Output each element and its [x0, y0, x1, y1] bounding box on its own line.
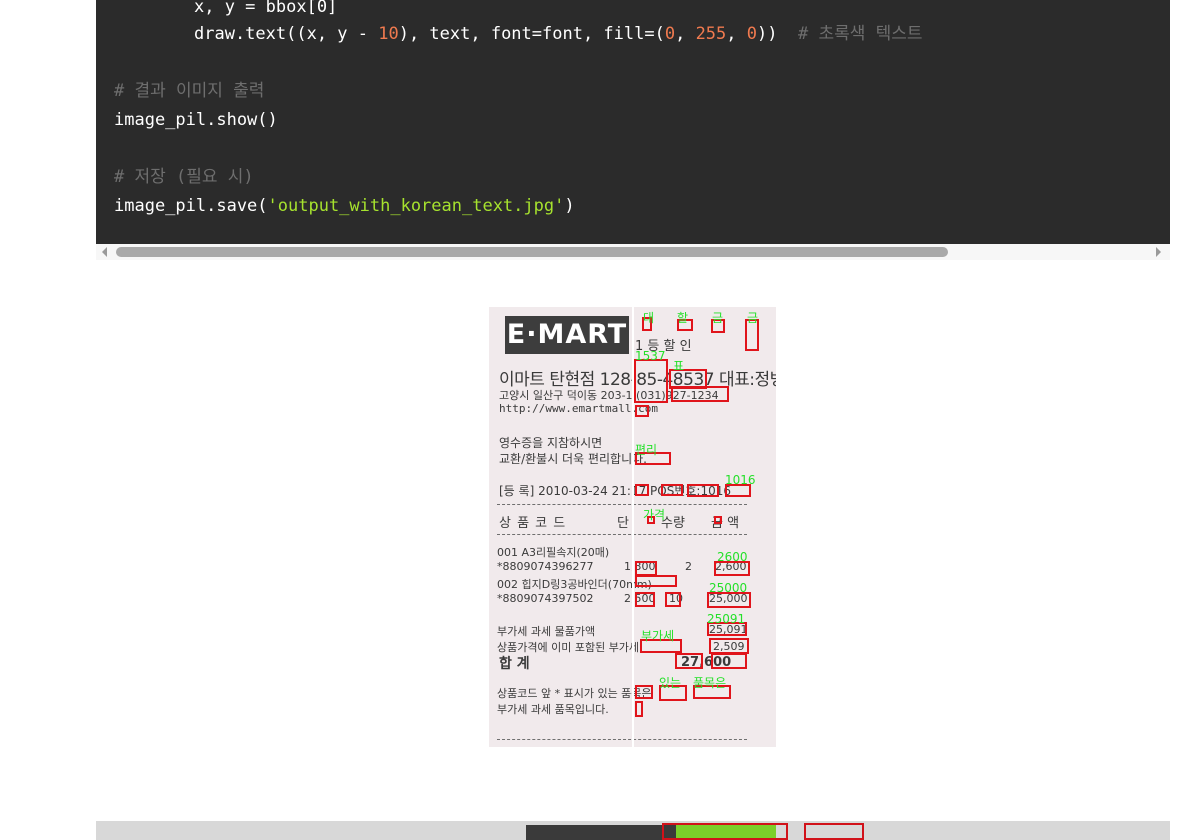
receipt-total-label: 합 계: [499, 656, 530, 672]
code-line-bbox: x, y = bbox[0]: [114, 0, 337, 20]
scrollbar-thumb[interactable]: [116, 247, 948, 257]
ocr-bbox: [714, 516, 722, 524]
receipt-divider: [497, 504, 747, 505]
ocr-label: 부가세: [641, 629, 675, 643]
receipt-notice-1: 영수증을 지참하시면: [499, 436, 603, 450]
ocr-bbox: [671, 386, 729, 402]
scroll-left-arrow-icon[interactable]: [102, 247, 107, 257]
next-result-image: [96, 821, 1170, 840]
code-text: ): [564, 196, 575, 216]
receipt-item-2-code: *8809074397502: [497, 592, 594, 605]
ocr-label: 25000: [709, 581, 748, 595]
code-line-draw-text: draw.text((x, y - 10), text, font=font, …: [194, 24, 923, 44]
ocr-label: 표: [673, 359, 685, 373]
horizontal-scrollbar[interactable]: [96, 244, 1170, 260]
code-comment-output: # 결과 이미지 출력: [114, 81, 265, 101]
receipt-divider: [497, 739, 747, 740]
ocr-bbox: [635, 561, 657, 576]
receipt-footnote-2: 부가세 과세 품목입니다.: [497, 703, 609, 716]
ocr-bbox: [635, 685, 653, 699]
ocr-label: 금: [747, 311, 759, 325]
code-text: )): [757, 24, 778, 44]
ocr-bbox: [635, 484, 649, 496]
code-number: 255: [695, 24, 727, 44]
ocr-bbox: [804, 823, 864, 840]
ocr-label: 가격: [643, 508, 666, 522]
ocr-bbox: [635, 575, 677, 587]
ocr-label: 있는: [659, 676, 682, 690]
ocr-label: 품목은: [693, 676, 727, 690]
code-comment-save: # 저장 (필요 시): [114, 167, 254, 187]
receipt-tax-label: 부가세 과세 물품가액: [497, 625, 596, 638]
receipt-notice-2: 교환/환불시 더욱 편리합니다.: [499, 452, 647, 466]
code-line-show: image_pil.show(): [114, 110, 278, 130]
receipt-item-1-name: 001 A3리필속지(20매): [497, 546, 610, 559]
code-text: ), text, font=font, fill=(: [398, 24, 665, 44]
ocr-label: 25091: [707, 612, 746, 626]
code-string: 'output_with_korean_text.jpg': [267, 196, 565, 216]
ocr-label: 금: [712, 311, 724, 325]
ocr-bbox: [709, 638, 749, 654]
ocr-bbox: [634, 359, 668, 403]
ocr-result-image: E·MART 1 등 할 인 이마트 탄현점 128-85-48537 대표:정…: [489, 307, 776, 747]
code-block: x, y = bbox[0] draw.text((x, y - 10), te…: [96, 0, 1170, 244]
code-text: x, y = bbox[0]: [194, 0, 338, 17]
ocr-label: 대: [643, 311, 655, 325]
ocr-bbox: [661, 484, 683, 496]
emart-logo: E·MART: [505, 316, 629, 354]
code-number: 10: [378, 24, 399, 44]
ocr-label: 1537: [635, 349, 666, 363]
code-text: draw.text((x, y -: [194, 24, 379, 44]
receipt-item-1-code: *8809074396277: [497, 560, 594, 573]
ocr-bbox: [687, 484, 719, 497]
receipt-divider: [497, 534, 747, 535]
receipt-col-code: 상 품 코 드: [499, 516, 567, 531]
scroll-right-arrow-icon[interactable]: [1156, 247, 1161, 257]
ocr-bbox: [662, 823, 788, 840]
code-number: 0: [664, 24, 676, 44]
receipt-footnote-1: 상품코드 앞 * 표시가 있는 품목은: [497, 687, 652, 700]
ocr-bbox: [711, 653, 747, 669]
ocr-label: 1016: [725, 473, 756, 487]
ocr-label: 2600: [717, 550, 748, 564]
code-comment: # 초록색 텍스트: [797, 24, 923, 44]
code-line-save: image_pil.save('output_with_korean_text.…: [114, 193, 575, 219]
ocr-bbox: [635, 405, 649, 417]
code-text: image_pil.save(: [114, 196, 268, 216]
code-number: 0: [746, 24, 758, 44]
ocr-label: 편리: [635, 443, 658, 457]
ocr-bbox: [635, 701, 643, 717]
ocr-bbox: [675, 653, 703, 669]
ocr-label: 할: [677, 311, 689, 325]
ocr-bbox: [665, 592, 681, 607]
receipt-item-2-name: 002 힙지D링3공바인더(70mm): [497, 578, 652, 591]
receipt-item-1-qty: 2: [685, 560, 692, 573]
receipt-col-unit: 단: [617, 516, 629, 531]
ocr-bbox: [635, 592, 655, 607]
